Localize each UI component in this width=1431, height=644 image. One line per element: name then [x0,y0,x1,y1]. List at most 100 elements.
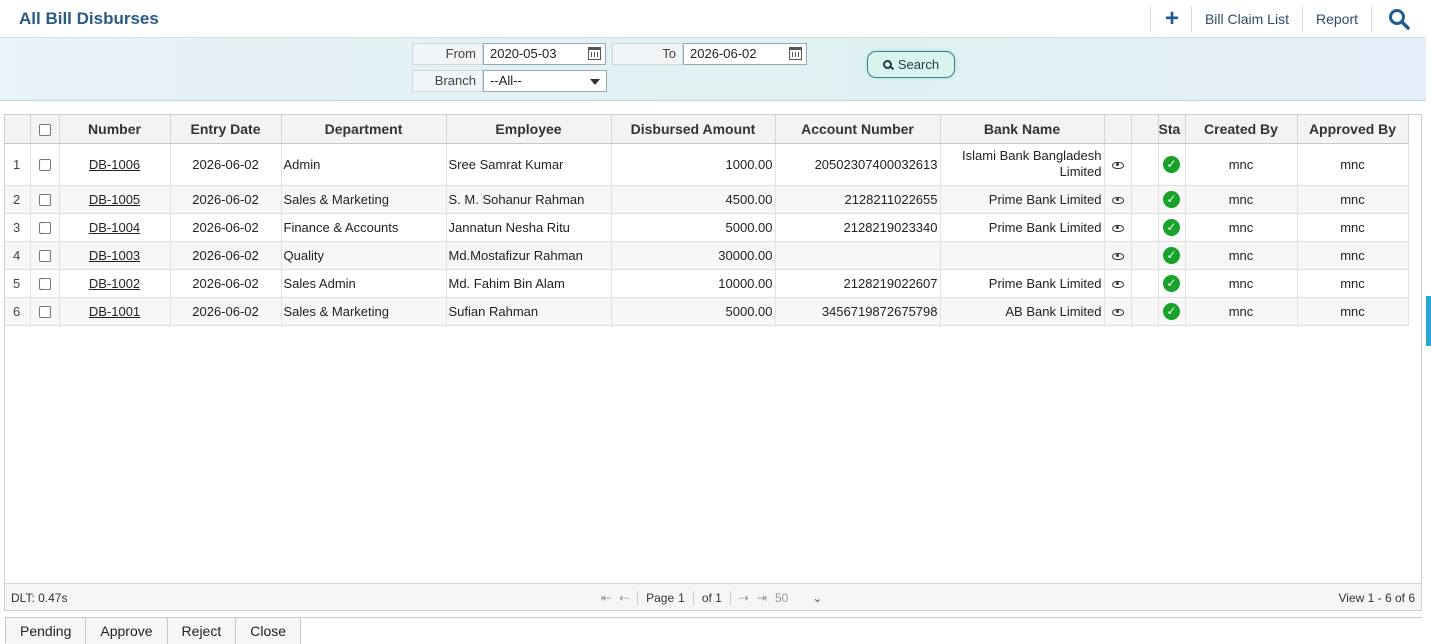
col-select-all[interactable] [30,115,60,144]
page-size-select[interactable]: 50 ⌄ [775,591,822,605]
amount-cell: 1000.00 [611,143,776,186]
row-checkbox-cell[interactable] [30,213,60,242]
row-checkbox[interactable] [38,222,51,235]
table-row[interactable]: 1 DB-1006 2026-06-02 Admin Sree Samrat K… [5,143,1409,186]
last-page-icon[interactable]: ⇥ [757,591,767,605]
eye-icon[interactable] [1111,280,1124,288]
col-entry-date[interactable]: Entry Date [170,115,282,144]
row-checkbox-cell[interactable] [30,185,60,214]
number-link[interactable]: DB-1005 [89,192,140,207]
number-link[interactable]: DB-1002 [89,276,140,291]
branch-select[interactable]: --All-- [483,70,607,92]
eye-icon[interactable] [1111,252,1124,260]
grid-pager: DLT: 0.47s ⇤ ⇠ Page 1 of 1 ⇢ ⇥ 50 ⌄ View… [4,583,1422,611]
col-department[interactable]: Department [281,115,447,144]
number-cell[interactable]: DB-1004 [59,213,171,242]
prev-page-icon[interactable]: ⇠ [619,591,629,605]
amount-cell: 5000.00 [611,213,776,242]
table-row[interactable]: 5 DB-1002 2026-06-02 Sales Admin Md. Fah… [5,269,1409,298]
col-disbursed-amount[interactable]: Disbursed Amount [611,115,776,144]
row-checkbox[interactable] [38,159,51,172]
plus-icon: + [1164,4,1179,32]
eye-icon[interactable] [1111,224,1124,232]
number-cell[interactable]: DB-1002 [59,269,171,298]
col-number[interactable]: Number [59,115,171,144]
table-row[interactable]: 3 DB-1004 2026-06-02 Finance & Accounts … [5,213,1409,242]
to-date-input[interactable]: 2026-06-02 [683,43,807,65]
table-row[interactable]: 6 DB-1001 2026-06-02 Sales & Marketing S… [5,297,1409,326]
view-cell[interactable] [1104,213,1132,242]
col-index [5,115,31,144]
separator [637,591,639,605]
row-checkbox[interactable] [38,250,51,263]
row-index: 4 [5,241,31,270]
calendar-icon[interactable] [588,47,601,60]
number-cell[interactable]: DB-1005 [59,185,171,214]
close-button[interactable]: Close [236,618,302,644]
table-row[interactable]: 4 DB-1003 2026-06-02 Quality Md.Mostafiz… [5,241,1409,270]
eye-icon[interactable] [1111,308,1124,316]
reject-button[interactable]: Reject [167,618,237,644]
employee-cell: Md.Mostafizur Rahman [446,241,612,270]
disburse-table: Number Entry Date Department Employee Di… [5,115,1409,326]
col-employee[interactable]: Employee [446,115,612,144]
approved-by-cell: mnc [1297,297,1409,326]
from-date-input[interactable]: 2020-05-03 [483,43,606,65]
employee-cell: Md. Fahim Bin Alam [446,269,612,298]
col-account-number[interactable]: Account Number [775,115,941,144]
blank-cell [1131,241,1159,270]
row-checkbox[interactable] [38,278,51,291]
approve-button[interactable]: Approve [86,618,168,644]
report-link[interactable]: Report [1301,5,1371,32]
row-checkbox-cell[interactable] [30,143,60,186]
check-circle-icon: ✓ [1163,274,1180,292]
col-bank-name[interactable]: Bank Name [940,115,1105,144]
number-link[interactable]: DB-1001 [89,304,140,319]
number-cell[interactable]: DB-1001 [59,297,171,326]
first-page-icon[interactable]: ⇤ [601,591,611,605]
account-cell: 3456719872675798 [775,297,941,326]
bill-claim-list-link[interactable]: Bill Claim List [1190,5,1302,32]
next-page-icon[interactable]: ⇢ [739,591,749,605]
view-cell[interactable] [1104,185,1132,214]
header-search-button[interactable] [1371,5,1426,32]
table-row[interactable]: 2 DB-1005 2026-06-02 Sales & Marketing S… [5,185,1409,214]
number-link[interactable]: DB-1003 [89,248,140,263]
status-cell: ✓ [1158,269,1186,298]
from-date-value: 2020-05-03 [490,46,557,61]
calendar-icon[interactable] [789,47,802,60]
department-cell: Sales & Marketing [281,185,447,214]
number-link[interactable]: DB-1006 [89,157,140,172]
view-cell[interactable] [1104,241,1132,270]
view-cell[interactable] [1104,269,1132,298]
row-checkbox-cell[interactable] [30,241,60,270]
eye-icon[interactable] [1111,196,1124,204]
entry-date-cell: 2026-06-02 [170,241,282,270]
number-cell[interactable]: DB-1003 [59,241,171,270]
row-checkbox-cell[interactable] [30,297,60,326]
row-checkbox[interactable] [38,306,51,319]
employee-cell: Jannatun Nesha Ritu [446,213,612,242]
view-cell[interactable] [1104,143,1132,186]
row-checkbox[interactable] [38,194,51,207]
separator [692,591,694,605]
search-button[interactable]: Search [867,51,955,78]
page-title: All Bill Disburses [19,9,159,28]
employee-cell: Sufian Rahman [446,297,612,326]
select-all-checkbox[interactable] [38,124,51,137]
col-approved-by[interactable]: Approved By [1297,115,1409,144]
col-created-by[interactable]: Created By [1185,115,1298,144]
eye-icon[interactable] [1111,161,1124,169]
col-status[interactable]: Sta [1158,115,1186,144]
row-index: 6 [5,297,31,326]
view-cell[interactable] [1104,297,1132,326]
page-number-input[interactable]: 1 [678,591,685,605]
scrollbar-handle[interactable] [1426,296,1431,346]
pending-button[interactable]: Pending [6,618,87,644]
row-checkbox-cell[interactable] [30,269,60,298]
number-cell[interactable]: DB-1006 [59,143,171,186]
add-button[interactable]: + [1149,4,1191,32]
chevron-down-icon [590,79,600,85]
employee-cell: S. M. Sohanur Rahman [446,185,612,214]
number-link[interactable]: DB-1004 [89,220,140,235]
